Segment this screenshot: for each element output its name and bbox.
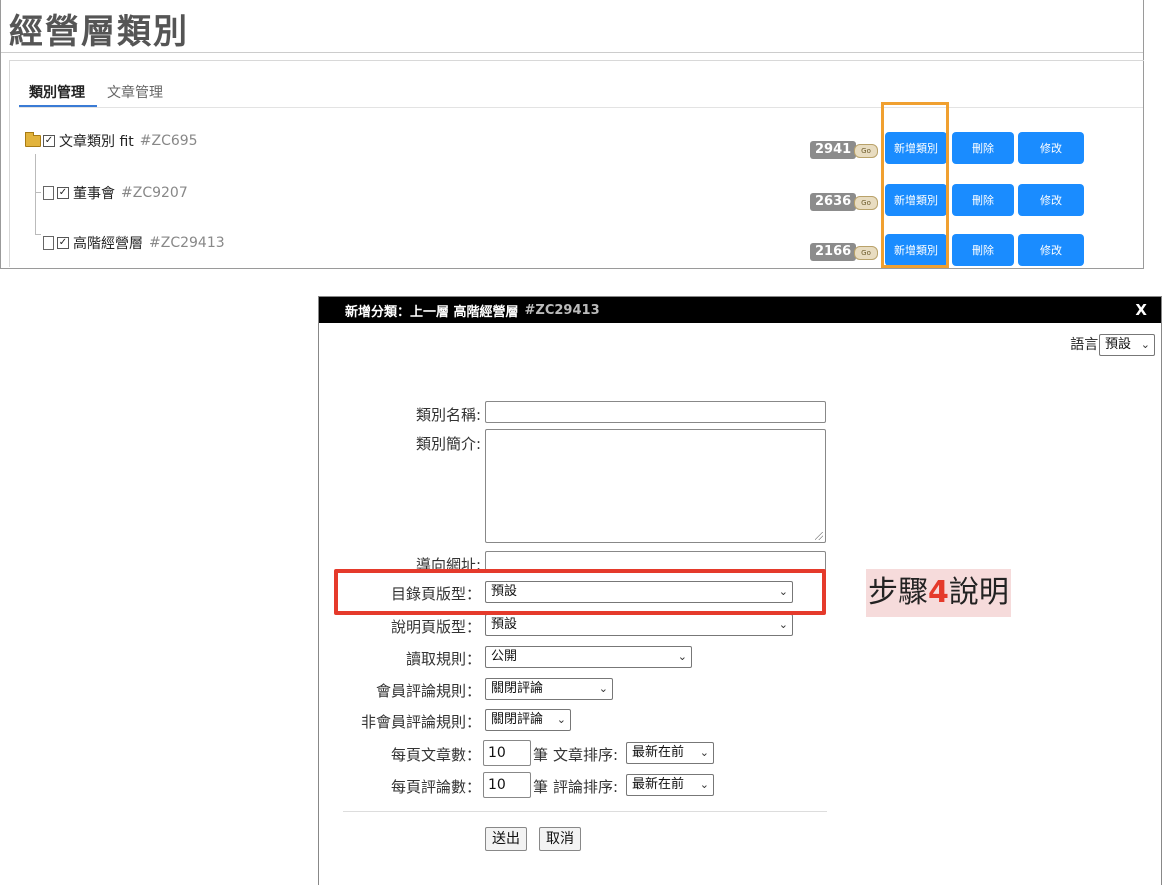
delete-button[interactable]: 刪除 <box>952 184 1014 216</box>
comment-sort-select[interactable]: 最新在前 ⌄ <box>626 774 714 796</box>
chevron-down-icon: ⌄ <box>699 778 709 791</box>
language-value: 預設 <box>1105 337 1132 352</box>
guest-comment-label: 非會員評論規則： <box>360 713 481 731</box>
tree-connector <box>35 234 41 235</box>
dialog-parent-code: #ZC29413 <box>524 302 600 318</box>
chevron-down-icon: ⌄ <box>556 713 566 726</box>
tree-row[interactable]: ✓ 高階經營層 #ZC29413 <box>43 232 225 254</box>
step-highlight-box <box>334 569 826 615</box>
folder-open-icon <box>25 132 41 147</box>
comments-unit: 筆 <box>533 778 549 796</box>
read-rule-select[interactable]: 公開 ⌄ <box>485 646 692 668</box>
view-icon[interactable]: Go <box>854 196 878 210</box>
dialog-header: 新增分類：上一層 高階經營層 #ZC29413 X <box>319 297 1161 323</box>
tab-article-management[interactable]: 文章管理 <box>107 82 163 102</box>
title-divider <box>1 52 1143 53</box>
category-code: #ZC695 <box>139 133 198 149</box>
tree-connector <box>35 192 41 193</box>
desc-template-value: 預設 <box>491 617 518 632</box>
article-count-badge: 2636 <box>810 193 857 211</box>
view-icon[interactable]: Go <box>854 246 878 260</box>
comment-sort-value: 最新在前 <box>632 777 685 792</box>
articles-unit: 筆 <box>533 746 549 764</box>
document-icon <box>43 186 54 200</box>
category-panel: 經營層類別 類別管理 文章管理 ✓ 文章類別 fit #ZC695 2941 G… <box>0 0 1144 269</box>
desc-template-label: 說明頁版型： <box>390 618 481 636</box>
read-rule-label: 讀取規則： <box>405 650 481 668</box>
chevron-down-icon: ⌄ <box>1140 338 1150 351</box>
guest-comment-select[interactable]: 關閉評論 ⌄ <box>485 709 571 731</box>
category-code: #ZC9207 <box>121 185 188 201</box>
tab-category-management[interactable]: 類別管理 <box>29 82 85 102</box>
tree-connector <box>35 154 36 234</box>
chevron-down-icon: ⌄ <box>778 618 788 631</box>
edit-button[interactable]: 修改 <box>1018 132 1084 164</box>
articles-per-page-label: 每頁文章數： <box>390 746 481 764</box>
document-icon <box>43 236 54 250</box>
delete-button[interactable]: 刪除 <box>952 132 1014 164</box>
comments-per-page-label: 每頁評論數： <box>390 778 481 796</box>
step-suffix: 說明 <box>948 575 1009 610</box>
category-name[interactable]: 文章類別 fit <box>59 131 134 151</box>
member-comment-select[interactable]: 關閉評論 ⌄ <box>485 678 613 700</box>
article-count-badge: 2166 <box>810 243 857 261</box>
desc-template-select[interactable]: 預設 ⌄ <box>485 614 793 636</box>
checkbox-checked-icon[interactable]: ✓ <box>57 187 69 199</box>
articles-per-page-input[interactable]: 10 <box>483 740 531 766</box>
step-number: 4 <box>928 575 949 610</box>
cancel-button[interactable]: 取消 <box>539 827 581 851</box>
add-category-highlight <box>881 102 949 268</box>
chevron-down-icon: ⌄ <box>598 682 608 695</box>
article-sort-value: 最新在前 <box>632 745 685 760</box>
tree-row[interactable]: ✓ 董事會 #ZC9207 <box>43 182 188 204</box>
edit-button[interactable]: 修改 <box>1018 234 1084 266</box>
page-title: 經營層類別 <box>9 12 189 52</box>
category-name[interactable]: 高階經營層 <box>73 233 143 253</box>
read-rule-value: 公開 <box>491 649 518 664</box>
article-count-badge: 2941 <box>810 141 857 159</box>
dialog-title: 新增分類：上一層 高階經營層 <box>345 304 519 320</box>
chevron-down-icon: ⌄ <box>677 650 687 663</box>
category-intro-textarea[interactable] <box>485 429 826 543</box>
member-comment-label: 會員評論規則： <box>375 682 481 700</box>
chevron-down-icon: ⌄ <box>699 746 709 759</box>
resize-handle-icon[interactable] <box>815 532 823 540</box>
category-name-label: 類別名稱: <box>415 406 481 424</box>
category-name[interactable]: 董事會 <box>73 183 115 203</box>
article-sort-label: 文章排序: <box>553 746 619 764</box>
tree-row[interactable]: ✓ 文章類別 fit #ZC695 <box>25 130 198 152</box>
form-divider <box>343 811 827 812</box>
article-sort-select[interactable]: 最新在前 ⌄ <box>626 742 714 764</box>
category-code: #ZC29413 <box>149 235 225 251</box>
comments-per-page-input[interactable]: 10 <box>483 772 531 798</box>
step-prefix: 步驟 <box>868 575 928 610</box>
edit-button[interactable]: 修改 <box>1018 184 1084 216</box>
checkbox-checked-icon[interactable]: ✓ <box>57 237 69 249</box>
checkbox-checked-icon[interactable]: ✓ <box>43 135 55 147</box>
guest-comment-value: 關閉評論 <box>491 712 544 727</box>
language-select[interactable]: 預設 ⌄ <box>1099 334 1155 356</box>
comment-sort-label: 評論排序: <box>553 778 619 796</box>
member-comment-value: 關閉評論 <box>491 681 544 696</box>
category-intro-label: 類別簡介: <box>415 435 481 453</box>
step-annotation: 步驟4說明 <box>866 569 1011 617</box>
delete-button[interactable]: 刪除 <box>952 234 1014 266</box>
submit-button[interactable]: 送出 <box>485 827 527 851</box>
close-icon[interactable]: X <box>1135 301 1147 319</box>
category-name-input[interactable] <box>485 401 826 423</box>
tab-divider <box>19 107 1143 108</box>
view-icon[interactable]: Go <box>854 144 878 158</box>
